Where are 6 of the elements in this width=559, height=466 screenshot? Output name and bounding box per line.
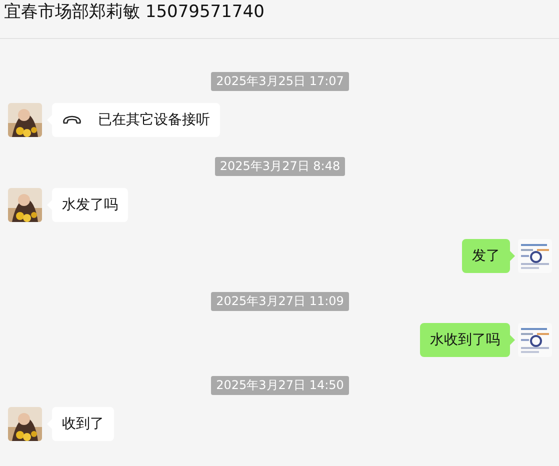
chat-title: 宜春市场部郑莉敏 15079571740 <box>4 2 264 22</box>
timestamp: 2025年3月27日 14:50 <box>211 376 349 395</box>
phone-icon <box>62 115 82 125</box>
timestamp: 2025年3月27日 8:48 <box>214 157 346 176</box>
timestamp: 2025年3月25日 17:07 <box>211 72 349 91</box>
timestamp: 2025年3月27日 11:09 <box>211 292 349 311</box>
